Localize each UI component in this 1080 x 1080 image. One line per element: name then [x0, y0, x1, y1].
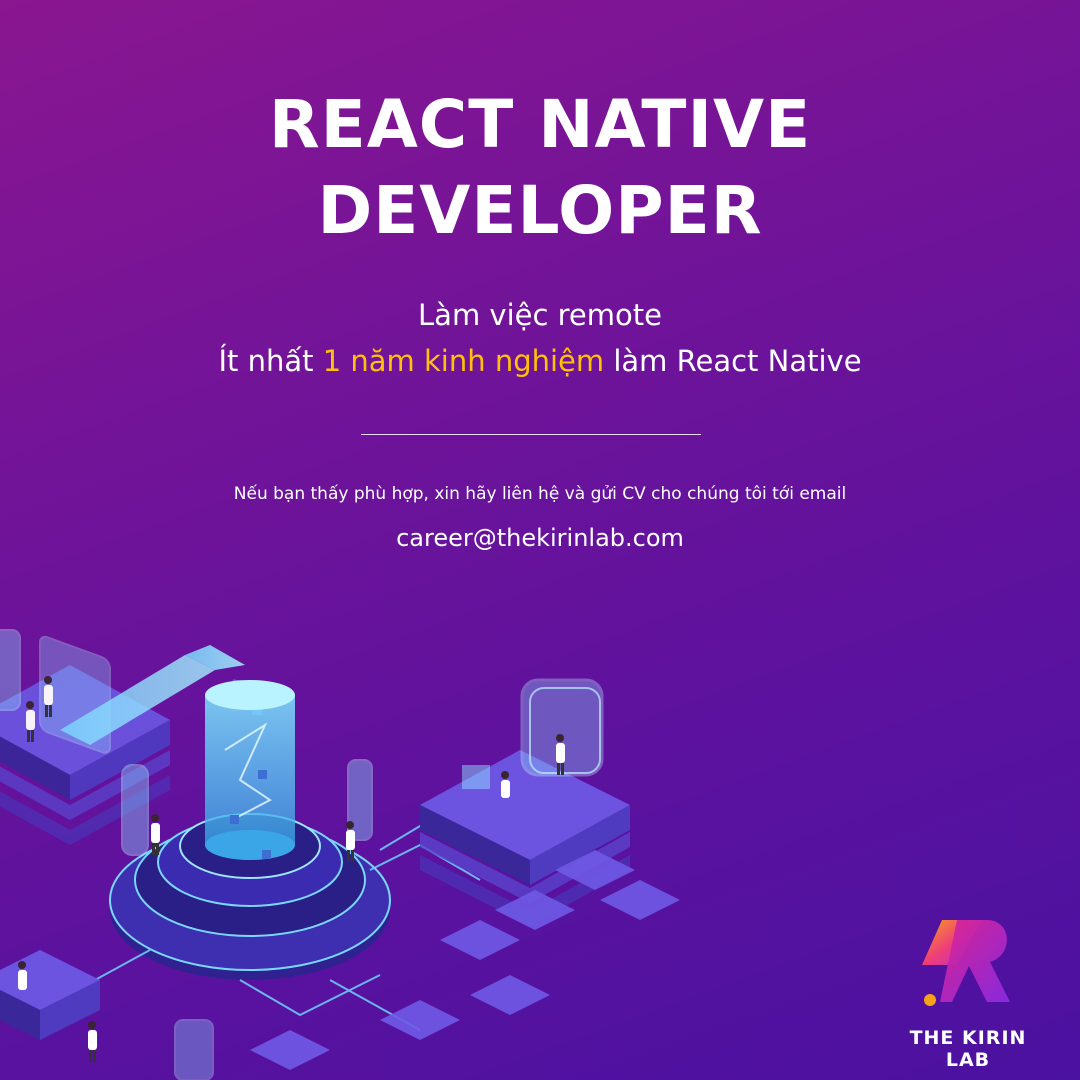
job-title: REACT NATIVE DEVELOPER — [0, 82, 1080, 254]
experience-highlight: 1 năm kinh nghiệm — [322, 344, 605, 378]
experience-suffix: làm React Native — [604, 344, 862, 378]
right-platform — [420, 678, 630, 926]
kirin-lab-logo — [922, 920, 1010, 1006]
job-title-line-2: DEVELOPER — [317, 172, 763, 249]
experience-prefix: Ít nhất — [218, 344, 323, 378]
divider — [361, 434, 701, 435]
contact-text: Nếu bạn thấy phù hợp, xin hãy liên hệ và… — [233, 484, 847, 504]
job-details: Làm việc remote Ít nhất 1 năm kinh nghiệ… — [0, 292, 1080, 384]
brand-name: THE KIRIN LAB — [909, 1027, 1027, 1071]
work-mode: Làm việc remote — [418, 298, 662, 332]
isometric-lab-illustration — [0, 629, 680, 1080]
experience-requirement: Ít nhất 1 năm kinh nghiệm làm React Nati… — [0, 338, 1080, 384]
job-title-line-1: REACT NATIVE — [268, 86, 812, 163]
contact-email: career@thekirinlab.com — [396, 524, 684, 552]
job-poster: REACT NATIVE DEVELOPER Làm việc remote Í… — [0, 0, 1080, 1080]
